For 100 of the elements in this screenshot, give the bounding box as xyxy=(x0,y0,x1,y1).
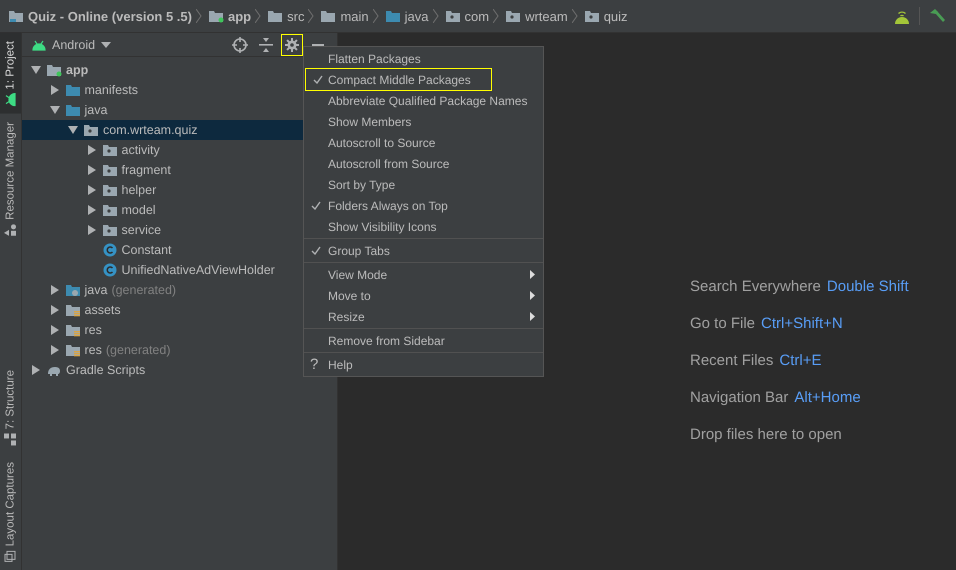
tree-item-label: fragment xyxy=(122,163,171,177)
collapse-arrow-icon[interactable] xyxy=(48,105,60,115)
menu-item[interactable]: View Mode xyxy=(304,264,543,285)
expand-arrow-icon[interactable] xyxy=(86,145,98,155)
breadcrumb-item[interactable]: java xyxy=(384,8,428,24)
expand-arrow-icon[interactable] xyxy=(30,365,42,375)
menu-item[interactable]: Abbreviate Qualified Package Names xyxy=(304,90,543,111)
tree-item-label: service xyxy=(122,223,162,237)
view-dropdown[interactable]: Android xyxy=(32,38,112,52)
breadcrumb-label: main xyxy=(340,8,369,24)
tree-item-label: res xyxy=(84,343,102,357)
tool-window-tab[interactable]: 7: Structure xyxy=(0,362,21,454)
expand-arrow-icon[interactable] xyxy=(48,305,60,315)
tree-item[interactable]: manifests xyxy=(22,80,303,100)
tool-window-tab[interactable]: Layout Captures xyxy=(0,454,21,570)
shortcut-text: Alt+Home xyxy=(794,389,861,406)
breadcrumb-item[interactable]: com xyxy=(444,8,490,24)
menu-item[interactable]: Flatten Packages xyxy=(304,48,543,69)
tree-item-label: com.wrteam.quiz xyxy=(103,123,198,137)
tab-label: Resource Manager xyxy=(4,122,16,220)
tree-item-label: manifests xyxy=(84,83,138,97)
expand-arrow-icon[interactable] xyxy=(48,325,60,335)
package-folder-icon xyxy=(444,9,460,23)
class-icon xyxy=(102,263,118,277)
expand-arrow-icon[interactable] xyxy=(86,165,98,175)
expand-arrow-icon[interactable] xyxy=(48,345,60,355)
expand-arrow-icon[interactable] xyxy=(86,225,98,235)
folder-icon xyxy=(384,9,401,23)
tree-item-label: app xyxy=(66,63,88,77)
settings-icon xyxy=(285,38,299,52)
breadcrumb-item[interactable]: wrteam xyxy=(505,8,568,24)
tool-window-tab[interactable]: Resource Manager xyxy=(0,114,21,244)
shortcut-text: Double Shift xyxy=(826,278,909,295)
menu-item[interactable]: Compact Middle Packages xyxy=(306,69,491,90)
tree-item[interactable]: java xyxy=(22,100,303,120)
menu-item[interactable]: Show Members xyxy=(304,111,543,132)
tool-window-tab[interactable]: 1: Project xyxy=(0,33,21,114)
package-folder-icon xyxy=(505,9,522,23)
menu-item[interactable]: Autoscroll from Source xyxy=(304,153,543,174)
tree-item-label: assets xyxy=(84,303,121,317)
folder-icon xyxy=(64,83,80,97)
tree-item-label: Gradle Scripts xyxy=(66,363,146,377)
shapes-icon xyxy=(4,223,16,236)
tree-item[interactable]: Constant xyxy=(22,240,303,260)
structure-icon xyxy=(4,434,16,446)
breadcrumb-label: com xyxy=(464,8,490,24)
menu-item[interactable]: Folders Always on Top xyxy=(304,195,543,216)
menu-item[interactable]: Autoscroll to Source xyxy=(304,132,543,153)
breadcrumb-label: wrteam xyxy=(525,8,568,24)
hint-text: Search Everywhere xyxy=(690,278,821,295)
tree-item[interactable]: Gradle Scripts xyxy=(22,360,303,380)
tree-item-label: Constant xyxy=(122,243,172,257)
collapse-arrow-icon[interactable] xyxy=(67,125,79,135)
package-folder-icon xyxy=(584,9,600,23)
chevron-icon xyxy=(493,9,500,23)
tree-item[interactable]: model xyxy=(22,200,303,220)
tab-label: Layout Captures xyxy=(4,462,16,546)
tree-item-label: UnifiedNativeAdViewHolder xyxy=(122,263,275,277)
settings-button[interactable] xyxy=(281,34,303,56)
expand-arrow-icon[interactable] xyxy=(48,85,60,95)
folder-icon xyxy=(320,9,336,23)
module-folder-icon xyxy=(208,9,224,23)
tree-item[interactable]: activity xyxy=(22,140,303,160)
hint-text: Navigation Bar xyxy=(690,389,788,406)
package-folder-icon xyxy=(102,223,118,237)
package-folder-icon xyxy=(102,143,118,157)
check-icon xyxy=(311,246,321,255)
expand-arrow-icon[interactable] xyxy=(86,205,98,215)
breadcrumb-item[interactable]: quiz xyxy=(584,8,628,24)
tree-item[interactable]: java (generated) xyxy=(22,280,303,300)
menu-item[interactable]: Move to xyxy=(304,285,543,306)
tree-item[interactable]: res xyxy=(22,320,303,340)
tree-item[interactable]: UnifiedNativeAdViewHolder xyxy=(22,260,303,280)
capture-icon xyxy=(4,550,16,562)
breadcrumb-item[interactable]: main xyxy=(320,8,369,24)
menu-item[interactable]: Sort by Type xyxy=(304,174,543,195)
tree-item-label: model xyxy=(122,203,156,217)
tree-item[interactable]: service xyxy=(22,220,303,240)
tree-item[interactable]: com.wrteam.quiz xyxy=(22,120,303,140)
menu-item[interactable]: ? Help xyxy=(304,354,543,375)
tree-item[interactable]: helper xyxy=(22,180,303,200)
menu-item[interactable]: Resize xyxy=(304,306,543,327)
submenu-arrow-icon xyxy=(530,312,535,321)
collapse-arrow-icon[interactable] xyxy=(30,65,42,75)
breadcrumb-label: app xyxy=(228,8,252,24)
breadcrumb-item[interactable]: src xyxy=(267,8,304,24)
tree-item[interactable]: res (generated) xyxy=(22,340,303,360)
breadcrumb-item[interactable]: app xyxy=(208,8,252,24)
menu-item[interactable]: Show Visibility Icons xyxy=(304,216,543,237)
expand-arrow-icon[interactable] xyxy=(48,285,60,295)
expand-arrow-icon[interactable] xyxy=(86,185,98,195)
menu-item[interactable]: Group Tabs xyxy=(304,240,543,261)
tree-item[interactable]: fragment xyxy=(22,160,303,180)
resource-folder-icon xyxy=(64,323,80,337)
tree-item[interactable]: assets xyxy=(22,300,303,320)
menu-item[interactable]: Remove from Sidebar xyxy=(304,330,543,351)
chevron-icon xyxy=(196,9,202,23)
hint-text: Go to File xyxy=(690,315,756,332)
tree-item[interactable]: app xyxy=(22,60,303,80)
folder-icon xyxy=(64,103,80,117)
